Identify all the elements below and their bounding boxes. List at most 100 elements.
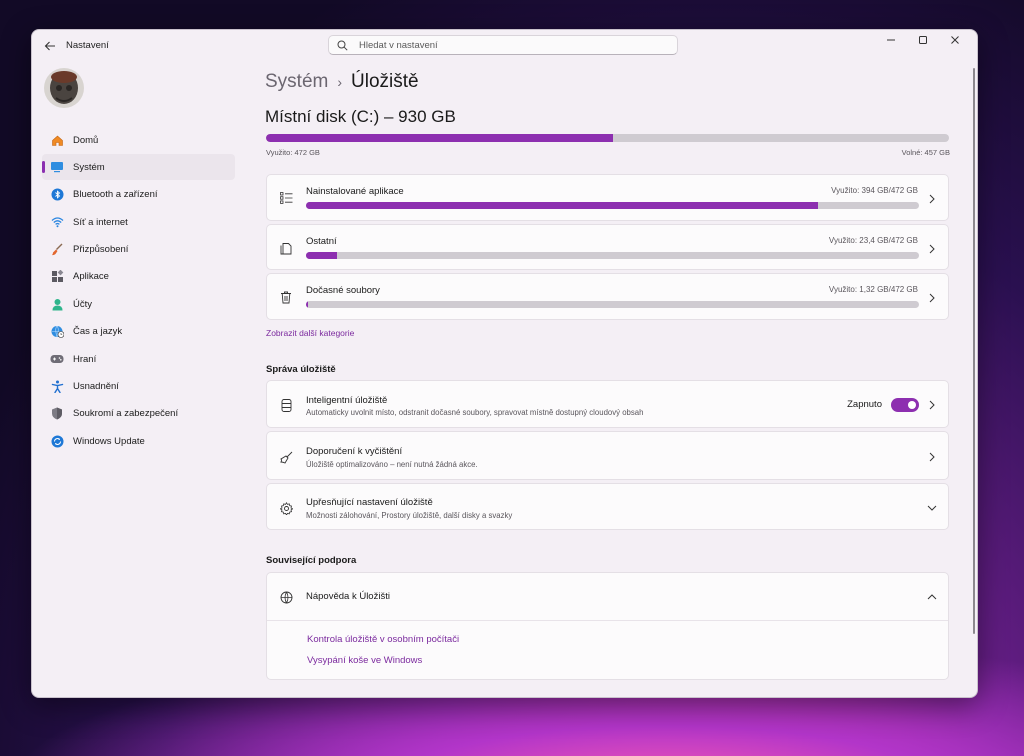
chevron-right-icon (926, 451, 938, 463)
window-controls (875, 30, 971, 50)
sidebar-item-personalization[interactable]: Přizpůsobení (42, 237, 235, 263)
gear-icon (279, 501, 293, 515)
category-usage-bar (306, 252, 919, 259)
setting-title: Doporučení k vyčištění (306, 446, 403, 457)
show-more-categories-link[interactable]: Zobrazit další kategorie (266, 328, 354, 338)
sidebar-item-privacy[interactable]: Soukromí a zabezpečení (42, 401, 235, 427)
globe-icon (279, 590, 293, 604)
chevron-down-icon (926, 502, 938, 514)
sidebar-item-label: Hraní (73, 353, 97, 365)
gamepad-icon (50, 352, 64, 366)
back-button[interactable] (40, 36, 60, 56)
person-icon (50, 297, 64, 311)
category-usage-fill (306, 301, 308, 308)
category-usage-bar (306, 202, 919, 209)
toggle-state-label: Zapnuto (847, 399, 882, 410)
sidebar-item-label: Bluetooth a zařízení (73, 189, 158, 201)
setting-title: Upřesňující nastavení úložiště (306, 497, 433, 508)
advanced-storage-settings-row[interactable]: Upřesňující nastavení úložiště Možnosti … (266, 483, 949, 530)
search-icon (337, 38, 351, 52)
minimize-button[interactable] (875, 30, 907, 50)
help-link[interactable]: Vysypání koše ve Windows (307, 655, 422, 666)
scrollbar[interactable] (973, 68, 975, 634)
apps-icon (50, 270, 64, 284)
sidebar-nav: Domů Systém Bluetooth a zařízení Síť a i… (42, 127, 235, 456)
category-usage-bar (306, 301, 919, 308)
sidebar-item-label: Aplikace (73, 271, 109, 283)
sidebar-item-accounts[interactable]: Účty (42, 291, 235, 317)
sidebar-item-apps[interactable]: Aplikace (42, 264, 235, 290)
category-installed-apps[interactable]: Nainstalované aplikace Využito: 394 GB/4… (266, 174, 949, 221)
cleanup-recommendations-row[interactable]: Doporučení k vyčištění Úložiště optimali… (266, 431, 949, 480)
chevron-right-icon (926, 399, 938, 411)
sidebar-item-system[interactable]: Systém (42, 154, 235, 181)
sidebar-item-network[interactable]: Síť a internet (42, 209, 235, 235)
system-icon (50, 160, 64, 174)
list-icon (279, 191, 293, 205)
sidebar-item-windows-update[interactable]: Windows Update (42, 428, 235, 454)
storage-sense-row[interactable]: Inteligentní úložiště Automaticky uvolni… (266, 380, 949, 428)
category-usage: Využito: 1,32 GB/472 GB (828, 285, 918, 294)
broom-icon (279, 450, 293, 464)
storage-drive-icon (279, 398, 293, 412)
help-expander-header[interactable]: Nápověda k Úložišti (267, 573, 948, 620)
category-usage-fill (306, 202, 818, 209)
disk-free-label: Volné: 457 GB (901, 148, 950, 157)
sidebar-item-gaming[interactable]: Hraní (42, 346, 235, 372)
chevron-right-icon (926, 292, 938, 304)
chevron-right-icon (926, 243, 938, 255)
sidebar-item-label: Systém (73, 161, 105, 173)
title-bar: Nastavení (32, 30, 977, 62)
avatar[interactable] (44, 68, 84, 108)
section-title-related-support: Související podpora (266, 555, 357, 566)
sidebar-item-label: Přizpůsobení (73, 244, 129, 256)
app-title: Nastavení (66, 40, 109, 51)
setting-description: Automaticky uvolnit místo, odstranit doč… (306, 408, 644, 417)
storage-sense-toggle[interactable] (891, 398, 919, 412)
disk-usage-fill (266, 134, 613, 142)
section-title-storage-management: Správa úložiště (266, 364, 336, 375)
sidebar-item-label: Domů (73, 134, 99, 146)
sidebar-item-label: Účty (73, 298, 92, 310)
breadcrumb: Systém › Úložiště (265, 68, 419, 96)
breadcrumb-separator: › (337, 74, 343, 90)
disk-usage-bar (266, 134, 949, 142)
category-name: Dočasné soubory (306, 285, 380, 296)
shield-icon (50, 407, 64, 421)
search-box[interactable] (328, 35, 678, 55)
sidebar-item-bluetooth[interactable]: Bluetooth a zařízení (42, 182, 235, 208)
minimize-icon (887, 39, 895, 41)
trash-icon (279, 290, 293, 304)
disk-used-label: Využito: 472 GB (266, 148, 320, 157)
sidebar-item-label: Windows Update (73, 435, 145, 447)
close-button[interactable] (939, 30, 971, 50)
category-usage: Využito: 394 GB/472 GB (831, 186, 918, 195)
category-other[interactable]: Ostatní Využito: 23,4 GB/472 GB (266, 224, 949, 270)
accessibility-icon (50, 380, 64, 394)
back-arrow-icon (44, 41, 55, 51)
setting-description: Možnosti zálohování, Prostory úložiště, … (306, 511, 513, 520)
toggle-knob (908, 401, 916, 409)
document-icon (279, 241, 293, 255)
sidebar-item-label: Usnadnění (73, 381, 119, 393)
maximize-icon (919, 36, 927, 44)
breadcrumb-parent[interactable]: Systém (265, 71, 328, 93)
maximize-button[interactable] (907, 30, 939, 50)
globe-clock-icon (50, 325, 64, 339)
category-name: Nainstalované aplikace (306, 186, 404, 197)
sidebar-item-time-language[interactable]: Čas a jazyk (42, 319, 235, 345)
setting-description: Úložiště optimalizováno – není nutná žád… (306, 460, 478, 469)
category-temp-files[interactable]: Dočasné soubory Využito: 1,32 GB/472 GB (266, 273, 949, 320)
sidebar-item-home[interactable]: Domů (42, 127, 235, 153)
close-icon (951, 36, 959, 44)
disk-title: Místní disk (C:) – 930 GB (265, 107, 456, 126)
help-link[interactable]: Kontrola úložiště v osobním počítači (307, 634, 459, 645)
chevron-up-icon (926, 591, 938, 603)
help-title: Nápověda k Úložišti (306, 591, 390, 602)
divider (267, 620, 948, 621)
sidebar-item-label: Čas a jazyk (73, 326, 123, 338)
setting-title: Inteligentní úložiště (306, 395, 388, 406)
home-icon (50, 133, 64, 147)
search-input[interactable] (357, 38, 661, 52)
sidebar-item-accessibility[interactable]: Usnadnění (42, 374, 235, 400)
